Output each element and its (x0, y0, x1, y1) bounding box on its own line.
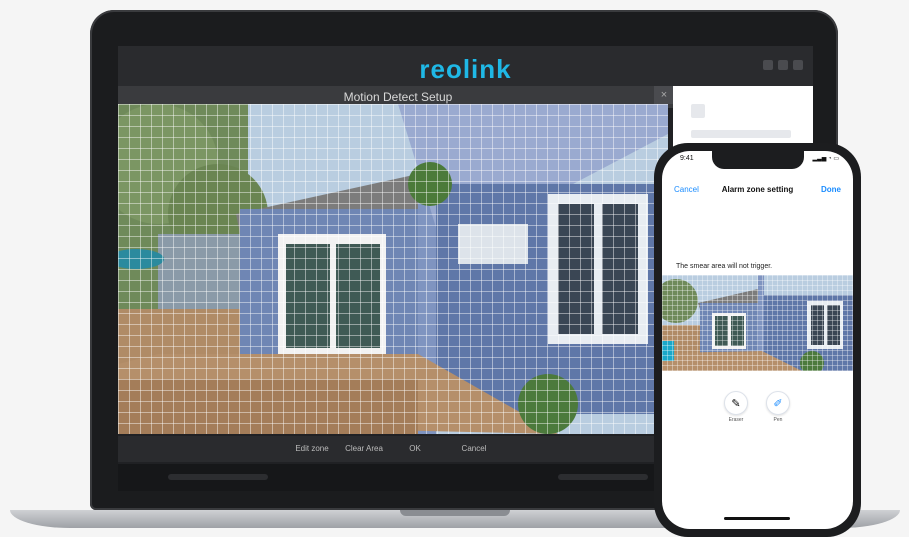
footer-placeholder (168, 474, 268, 480)
eraser-tool[interactable]: ✎ Eraser (724, 391, 748, 423)
backyard-scene (118, 104, 668, 434)
nav-done-button[interactable]: Done (821, 185, 841, 194)
panel-placeholder (691, 130, 791, 138)
phone-zone-grid[interactable] (662, 275, 853, 371)
window-control-close-icon[interactable] (793, 60, 803, 70)
laptop-notch (400, 510, 510, 516)
phone-screen: 9:41 ▂▃▅ ◔ ▭ Cancel Alarm zone setting D… (662, 151, 853, 529)
phone-camera-view[interactable] (662, 275, 853, 371)
phone-notch (712, 151, 804, 169)
camera-live-view[interactable] (118, 104, 668, 434)
toolbar-button-cancel[interactable]: Cancel (454, 442, 494, 456)
status-time: 9:41 (680, 155, 694, 162)
eraser-icon[interactable]: ✎ (724, 391, 748, 415)
window-control-maximize-icon[interactable] (778, 60, 788, 70)
home-indicator (724, 517, 790, 520)
panel-placeholder (691, 104, 705, 118)
toolbar-button-ok[interactable]: OK (400, 442, 430, 456)
window-controls (763, 60, 803, 70)
window-control-minimize-icon[interactable] (763, 60, 773, 70)
dialog-close-button[interactable]: × (654, 86, 674, 104)
toolbar-button-clear-area[interactable]: Clear Area (342, 442, 386, 456)
app-header: reolink (118, 46, 813, 86)
pen-label: Pen (773, 417, 783, 423)
phone-frame: 9:41 ▂▃▅ ◔ ▭ Cancel Alarm zone setting D… (654, 143, 861, 537)
status-icons: ▂▃▅ ◔ ▭ (812, 156, 839, 162)
eraser-label: Eraser (728, 417, 744, 423)
editor-toolbar: Edit zone Clear Area OK Cancel (118, 436, 668, 462)
zone-hint: The smear area will not trigger. (676, 263, 773, 270)
pen-icon[interactable]: ✐ (766, 391, 790, 415)
footer-placeholder (558, 474, 648, 480)
toolbar-button-edit-zone[interactable]: Edit zone (290, 442, 334, 456)
pen-tool[interactable]: ✐ Pen (766, 391, 790, 423)
brand-logo: reolink (419, 54, 512, 84)
